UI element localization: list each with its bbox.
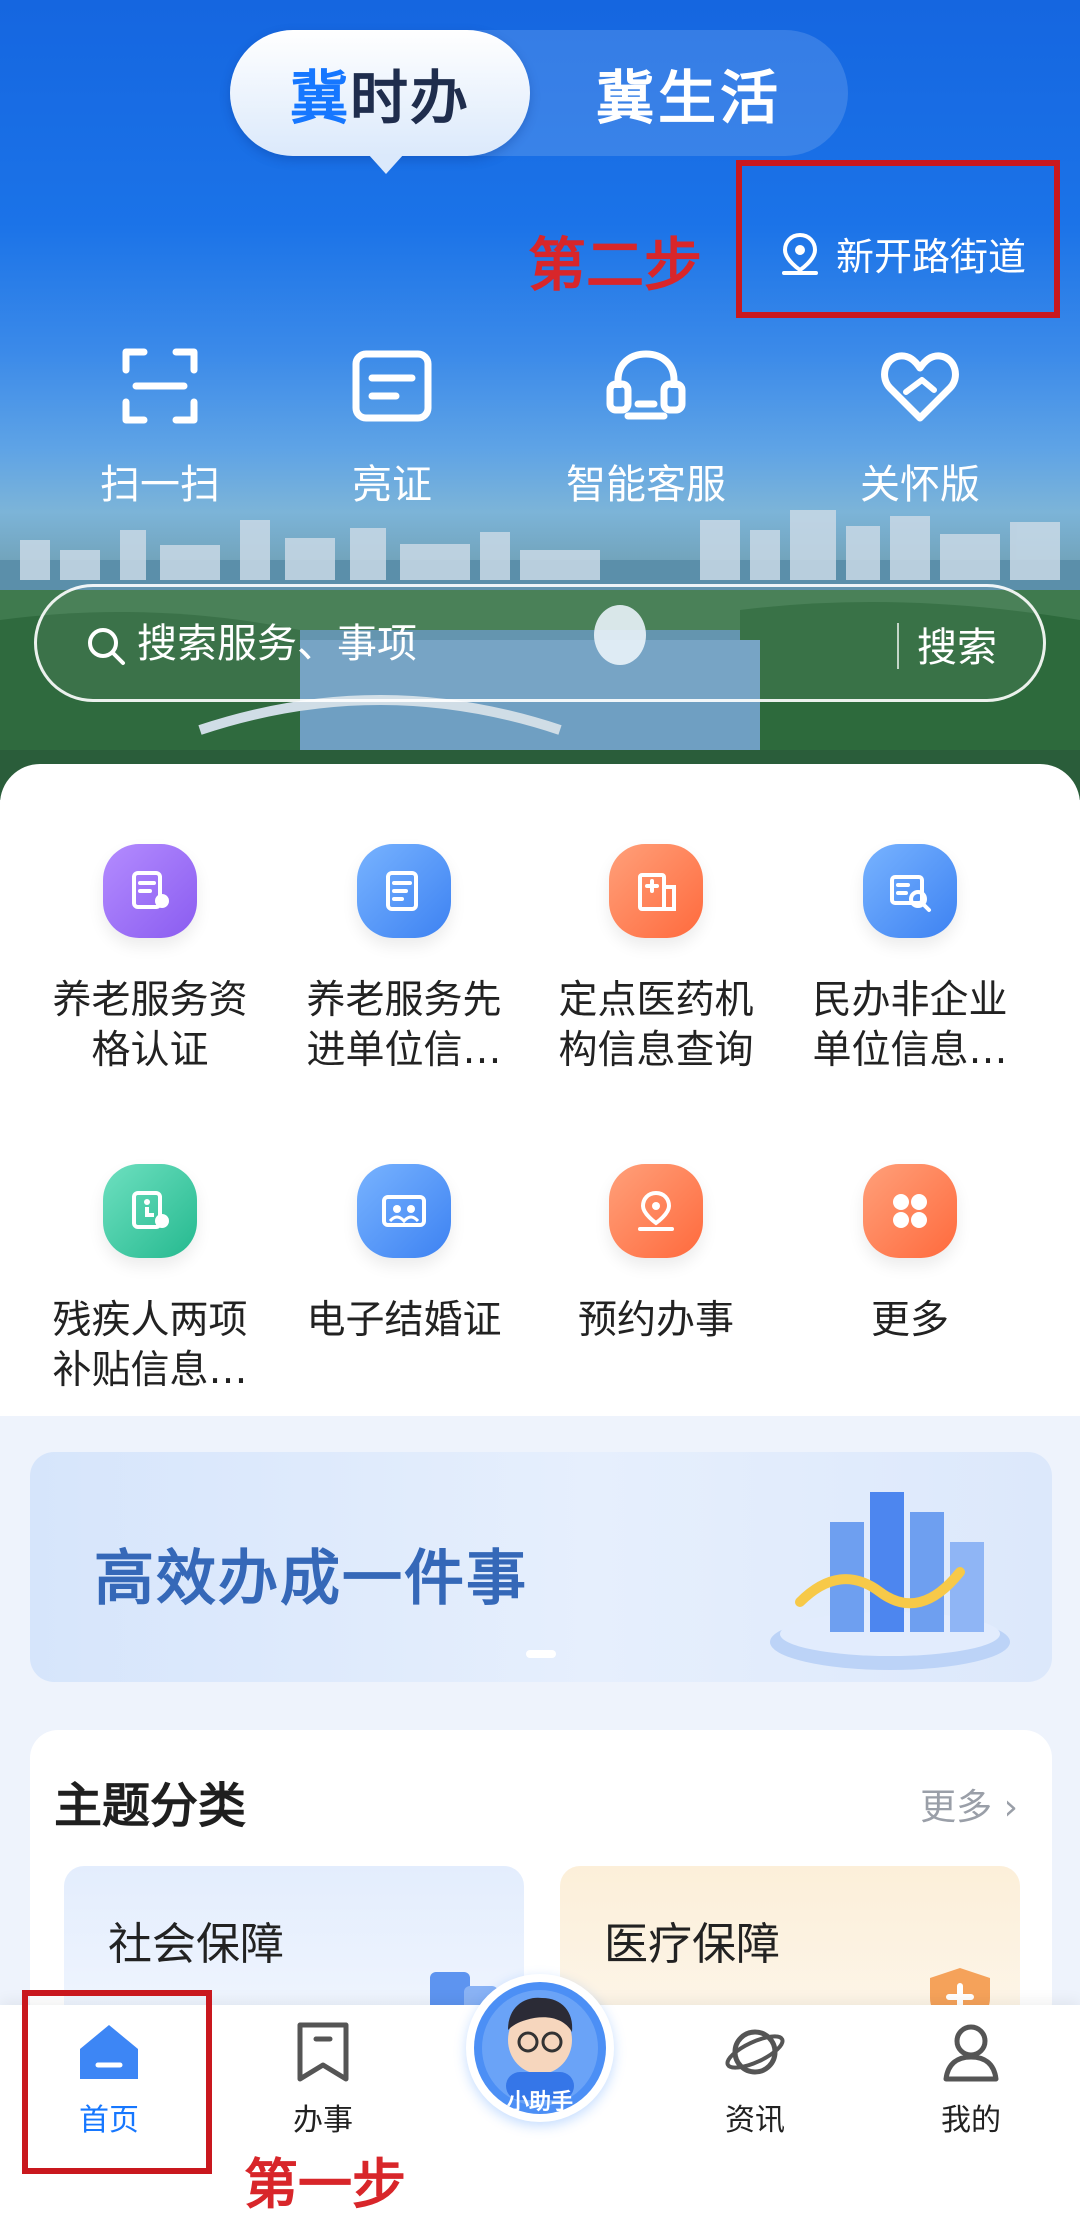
care-heart-icon: [881, 352, 959, 422]
appointment-icon: [609, 1164, 703, 1258]
service-item-more[interactable]: 更多: [784, 1164, 1036, 1454]
marriage-cert-icon: [357, 1164, 451, 1258]
tab-jishiban-label: 冀时办: [289, 64, 471, 132]
service-grid: 养老服务资格认证 养老服务先进单位信息查询 定点医药机构信息查询 民办非企业单位…: [0, 764, 1080, 1416]
nav-profile-label: 我的: [941, 2103, 1001, 2138]
nav-news-label: 资讯: [725, 2103, 785, 2138]
service-item-pension-unit[interactable]: 养老服务先进单位信息查询: [278, 844, 530, 1134]
headset-icon: [606, 350, 686, 420]
quick-action-scan-label: 扫一扫: [100, 462, 220, 508]
banner-pagination: [526, 1650, 556, 1658]
nav-news[interactable]: 资讯: [680, 2019, 830, 2149]
topics-title: 主题分类: [54, 1778, 247, 1834]
service-item-org-search[interactable]: 民办非企业单位信息查询: [784, 844, 1036, 1134]
tab-jishiban[interactable]: 冀时办: [230, 30, 530, 174]
bar-chart-illustration: [770, 1492, 1010, 1670]
search-button[interactable]: 搜索: [917, 601, 1035, 687]
pension-certify-icon: [103, 844, 197, 938]
hero-header: 冀时办 冀生活 第二步 新开路街道 扫一扫 亮证 智能客服 关怀版 搜索服务、事…: [0, 0, 1080, 800]
pension-unit-icon: [357, 844, 451, 938]
planet-icon: [725, 2029, 785, 2075]
quick-action-care[interactable]: 关怀版: [810, 344, 1030, 514]
step2-annotation: 第二步: [528, 231, 703, 299]
service-label: 养老服务资格认证: [52, 978, 248, 1073]
service-item-marriage-cert[interactable]: 电子结婚证: [278, 1164, 530, 1454]
search-icon: [88, 628, 125, 665]
quick-action-scan[interactable]: 扫一扫: [50, 344, 270, 514]
service-label: 更多: [870, 1298, 949, 1343]
search-divider: [897, 623, 899, 669]
tab-jishenghuo[interactable]: 冀生活: [530, 30, 848, 156]
profile-icon: [943, 2024, 999, 2082]
assistant-label: 小助手: [506, 2090, 573, 2115]
org-search-icon: [863, 844, 957, 938]
location-selector[interactable]: 新开路街道: [780, 226, 1026, 281]
banner-dot: [526, 1650, 556, 1658]
service-label: 定点医药机构信息查询: [558, 978, 754, 1073]
quick-action-service-label: 智能客服: [566, 462, 726, 508]
search-input[interactable]: [137, 601, 857, 687]
service-label: 预约办事: [577, 1298, 734, 1343]
service-label: 残疾人两项补贴信息查询: [52, 1298, 248, 1393]
location-pin-icon: [782, 232, 818, 275]
location-name: 新开路街道: [836, 235, 1027, 279]
step1-annotation: 第一步: [244, 2153, 406, 2216]
service-label: 电子结婚证: [306, 1298, 502, 1343]
nav-affairs-label: 办事: [293, 2103, 353, 2138]
topic-label: 社会保障: [108, 1919, 284, 1970]
id-card-icon: [352, 350, 432, 422]
service-label: 民办非企业单位信息查询: [812, 978, 1008, 1073]
more-grid-icon: [863, 1164, 957, 1258]
quick-action-service[interactable]: 智能客服: [536, 344, 756, 514]
topics-more-label: 更多: [920, 1787, 993, 1828]
chevron-right-icon: ›: [1003, 1787, 1018, 1828]
hospital-icon: [609, 844, 703, 938]
service-item-pension-certify[interactable]: 养老服务资格认证: [24, 844, 276, 1134]
promo-banner[interactable]: 高效办成一件事: [30, 1452, 1052, 1682]
service-item-disability[interactable]: 残疾人两项补贴信息查询: [24, 1164, 276, 1454]
quick-action-care-label: 关怀版: [860, 462, 980, 508]
disability-icon: [103, 1164, 197, 1258]
quick-action-id-label: 亮证: [352, 462, 432, 508]
service-item-appointment[interactable]: 预约办事: [530, 1164, 782, 1454]
quick-actions-row: 扫一扫 亮证 智能客服 关怀版: [0, 344, 1080, 514]
nav-profile[interactable]: 我的: [896, 2019, 1046, 2149]
app-switch-tabs: 冀时办 冀生活: [230, 30, 848, 174]
search-bar: 搜索: [34, 584, 1046, 702]
topic-label: 医疗保障: [604, 1919, 780, 1970]
topics-more-link[interactable]: 更多 ›: [920, 1778, 1018, 1830]
service-item-hospital[interactable]: 定点医药机构信息查询: [530, 844, 782, 1134]
bookmark-icon: [297, 2022, 349, 2082]
scan-icon: [122, 348, 198, 424]
home-highlight-box: [22, 1990, 212, 2174]
banner-title: 高效办成一件事: [94, 1544, 528, 1614]
nav-affairs[interactable]: 办事: [248, 2019, 398, 2149]
service-label: 养老服务先进单位信息查询: [306, 978, 502, 1073]
quick-action-id[interactable]: 亮证: [282, 344, 502, 514]
